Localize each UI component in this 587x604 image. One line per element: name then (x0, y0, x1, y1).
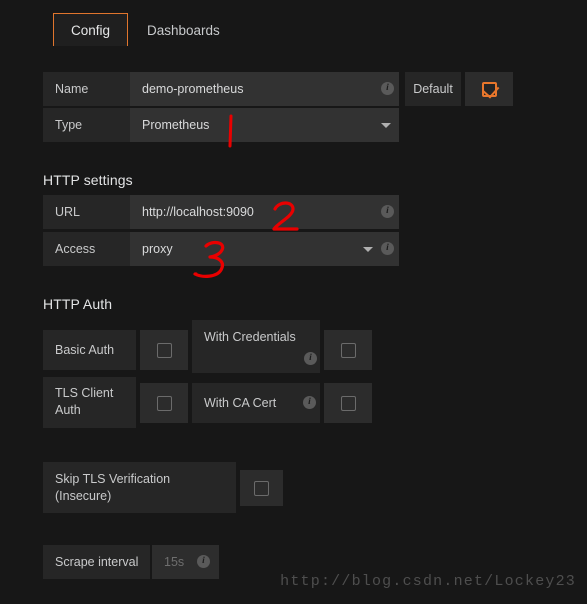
name-input-value: demo-prometheus (142, 82, 244, 96)
name-label: Name (43, 72, 131, 106)
name-info-icon[interactable]: i (381, 82, 394, 95)
with-credentials-checkbox[interactable] (340, 342, 356, 358)
with-credentials-label: With Credentials (204, 330, 296, 344)
url-input-value: http://localhost:9090 (142, 205, 254, 219)
tls-client-auth-label: TLS Client Auth (55, 386, 114, 417)
tls-client-auth-label-box: TLS Client Auth (43, 377, 136, 428)
type-select[interactable]: Prometheus (130, 108, 399, 142)
with-credentials-info-icon[interactable]: i (304, 352, 317, 365)
tls-client-auth-checkbox-container[interactable] (140, 383, 188, 423)
skip-tls-label: Skip TLS Verification (Insecure) (55, 472, 171, 503)
tab-config-label: Config (71, 23, 111, 38)
basic-auth-label: Basic Auth (43, 330, 136, 370)
default-checkbox[interactable] (481, 81, 497, 97)
datasource-settings-page: Config Dashboards Name demo-prometheus i… (0, 0, 587, 604)
tab-config[interactable]: Config (53, 13, 129, 46)
url-label: URL (43, 195, 131, 229)
http-auth-title: HTTP Auth (43, 296, 113, 312)
name-input[interactable]: demo-prometheus (130, 72, 399, 106)
scrape-interval-placeholder: 15s (164, 555, 185, 569)
basic-auth-checkbox[interactable] (156, 342, 172, 358)
type-select-value: Prometheus (142, 118, 210, 132)
with-ca-cert-checkbox-container[interactable] (324, 383, 372, 423)
tls-client-auth-checkbox[interactable] (156, 395, 172, 411)
default-label: Default (405, 72, 461, 106)
skip-tls-checkbox-container[interactable] (240, 470, 283, 506)
access-chevron-down-icon[interactable] (363, 247, 373, 252)
http-settings-title: HTTP settings (43, 172, 133, 188)
type-label: Type (43, 108, 131, 142)
type-chevron-down-icon[interactable] (381, 123, 391, 128)
with-credentials-checkbox-container[interactable] (324, 330, 372, 370)
watermark: http://blog.csdn.net/Lockey23 (280, 573, 576, 590)
basic-auth-checkbox-container[interactable] (140, 330, 188, 370)
tab-dashboards-label: Dashboards (147, 23, 220, 38)
with-ca-cert-info-icon[interactable]: i (303, 396, 316, 409)
url-input[interactable]: http://localhost:9090 (130, 195, 399, 229)
access-info-icon[interactable]: i (381, 242, 394, 255)
access-select-value: proxy (142, 242, 173, 256)
scrape-interval-label: Scrape interval (43, 545, 150, 579)
skip-tls-label-box: Skip TLS Verification (Insecure) (43, 462, 236, 513)
url-info-icon[interactable]: i (381, 205, 394, 218)
access-select[interactable]: proxy (130, 232, 399, 266)
with-ca-cert-label-box: With CA Cert (192, 383, 320, 423)
with-ca-cert-checkbox[interactable] (340, 395, 356, 411)
tab-bar: Config Dashboards (0, 0, 587, 56)
scrape-interval-info-icon[interactable]: i (197, 555, 210, 568)
with-ca-cert-label: With CA Cert (204, 396, 277, 410)
tab-dashboards[interactable]: Dashboards (129, 13, 238, 46)
access-label: Access (43, 232, 131, 266)
default-checkbox-container[interactable] (465, 72, 513, 106)
skip-tls-checkbox[interactable] (254, 480, 269, 496)
with-credentials-label-box: With Credentials (192, 320, 320, 373)
